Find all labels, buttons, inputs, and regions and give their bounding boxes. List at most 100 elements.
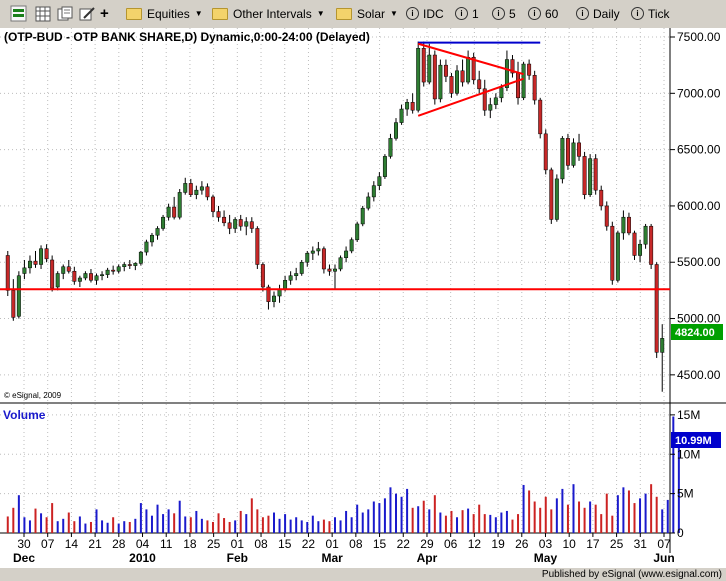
idc-button[interactable]: i IDC xyxy=(406,4,444,23)
candle-body xyxy=(543,133,548,171)
chart-area[interactable]: 7500.00 7000.00 6500.00 6000.00 5500.00 5000.… xyxy=(0,28,726,581)
info-icon: i xyxy=(528,7,541,20)
time-tick-label: 25 xyxy=(610,537,624,551)
time-tick-label: 15 xyxy=(373,537,387,551)
candle-body xyxy=(366,196,371,209)
folder-icon xyxy=(126,7,142,20)
candle-body xyxy=(521,63,526,99)
candle-body xyxy=(399,108,404,123)
volume-tick-label: 5M xyxy=(677,487,694,501)
candle-body xyxy=(638,243,643,256)
candle-body xyxy=(599,189,604,207)
solar-dropdown[interactable]: Solar ▼ xyxy=(336,4,398,23)
time-tick-label: 10 xyxy=(563,537,577,551)
interval-5-button[interactable]: i 5 xyxy=(492,4,516,23)
add-icon[interactable]: + xyxy=(100,4,109,23)
time-tick-label: 08 xyxy=(349,537,363,551)
volume-tick-label: 0 xyxy=(677,526,684,540)
bar-chart-icon[interactable] xyxy=(10,4,27,23)
grid-icon[interactable] xyxy=(35,4,51,23)
candle-body xyxy=(27,260,32,269)
candle-body xyxy=(321,248,326,270)
candle-body xyxy=(382,156,387,177)
candle-body xyxy=(205,186,210,198)
candle-body xyxy=(61,266,66,274)
time-tick-label: 25 xyxy=(207,537,221,551)
interval-1-button[interactable]: i 1 xyxy=(455,4,479,23)
candle-body xyxy=(477,79,482,90)
price-tick-label: 5000.00 xyxy=(677,312,721,326)
price-tick-label: 7000.00 xyxy=(677,86,721,100)
candle-body xyxy=(283,280,288,290)
chevron-down-icon: ▼ xyxy=(390,9,398,18)
candle-body xyxy=(427,54,432,83)
candle-body xyxy=(338,257,343,270)
time-tick-label: 03 xyxy=(539,537,553,551)
time-tick-label: 22 xyxy=(302,537,316,551)
candle-body xyxy=(654,264,659,353)
info-icon: i xyxy=(406,7,419,20)
candle-body xyxy=(438,64,443,100)
candle-body xyxy=(344,250,349,258)
candle-body xyxy=(410,102,415,111)
candle-body xyxy=(194,189,199,195)
price-tick-label: 4500.00 xyxy=(677,368,721,382)
daily-button[interactable]: i Daily xyxy=(576,4,620,23)
candle-body xyxy=(632,232,637,256)
candle-body xyxy=(582,156,587,195)
candle-body xyxy=(44,248,49,260)
candle-body xyxy=(111,269,116,272)
time-tick-label: 15 xyxy=(278,537,292,551)
price-tick-label: 7500.00 xyxy=(677,30,721,44)
candle-body xyxy=(88,273,93,281)
candle-body xyxy=(177,192,182,218)
candle-body xyxy=(227,222,232,229)
edit-icon[interactable] xyxy=(79,4,95,23)
tick-button[interactable]: i Tick xyxy=(631,4,670,23)
chart-title: (OTP-BUD - OTP BANK SHARE,D) Dynamic,0:0… xyxy=(4,30,370,44)
idc-label: IDC xyxy=(423,6,444,21)
candle-body xyxy=(222,216,227,224)
candle-body xyxy=(349,239,354,252)
volume-tick-label: 10M xyxy=(677,447,700,461)
intervals-dropdown[interactable]: Other Intervals ▼ xyxy=(212,4,325,23)
toolbar: + Equities ▼ Other Intervals ▼ Solar ▼ i… xyxy=(0,0,726,29)
info-icon: i xyxy=(631,7,644,20)
candle-body xyxy=(643,225,648,245)
candle-body xyxy=(327,268,332,272)
price-tick-label: 5500.00 xyxy=(677,255,721,269)
candle-body xyxy=(33,260,38,265)
candle-body xyxy=(138,251,143,264)
interval-60-button[interactable]: i 60 xyxy=(528,4,558,23)
candle-body xyxy=(299,261,304,274)
candle-body xyxy=(161,216,166,229)
candle-body xyxy=(288,275,293,281)
chevron-down-icon: ▼ xyxy=(194,9,203,18)
time-tick-label: 01 xyxy=(325,537,339,551)
candle-body xyxy=(77,277,82,282)
equities-dropdown[interactable]: Equities ▼ xyxy=(126,4,203,23)
candle-body xyxy=(593,158,598,191)
candle-body xyxy=(272,295,276,302)
time-tick-label: 07 xyxy=(657,537,671,551)
price-tick-label: 6000.00 xyxy=(677,199,721,213)
time-tick-label: 12 xyxy=(468,537,482,551)
candle-body xyxy=(216,211,221,218)
candle-body xyxy=(83,273,88,279)
candle-body xyxy=(122,264,127,267)
copy-icon[interactable] xyxy=(57,4,73,23)
candle-body xyxy=(660,338,665,353)
candle-body xyxy=(188,183,193,195)
candle-body xyxy=(455,70,459,94)
candle-body xyxy=(394,122,398,139)
candle-body xyxy=(105,269,110,275)
candle-body xyxy=(432,54,437,100)
volume-badge-value: 10.99M xyxy=(675,435,712,447)
candle-body xyxy=(377,176,382,186)
copyright-label: © eSignal, 2009 xyxy=(4,391,62,400)
candle-body xyxy=(5,255,10,291)
candle-body xyxy=(11,290,16,318)
time-tick-label: 22 xyxy=(397,537,411,551)
candle-body xyxy=(604,205,609,227)
candle-body xyxy=(388,138,393,157)
